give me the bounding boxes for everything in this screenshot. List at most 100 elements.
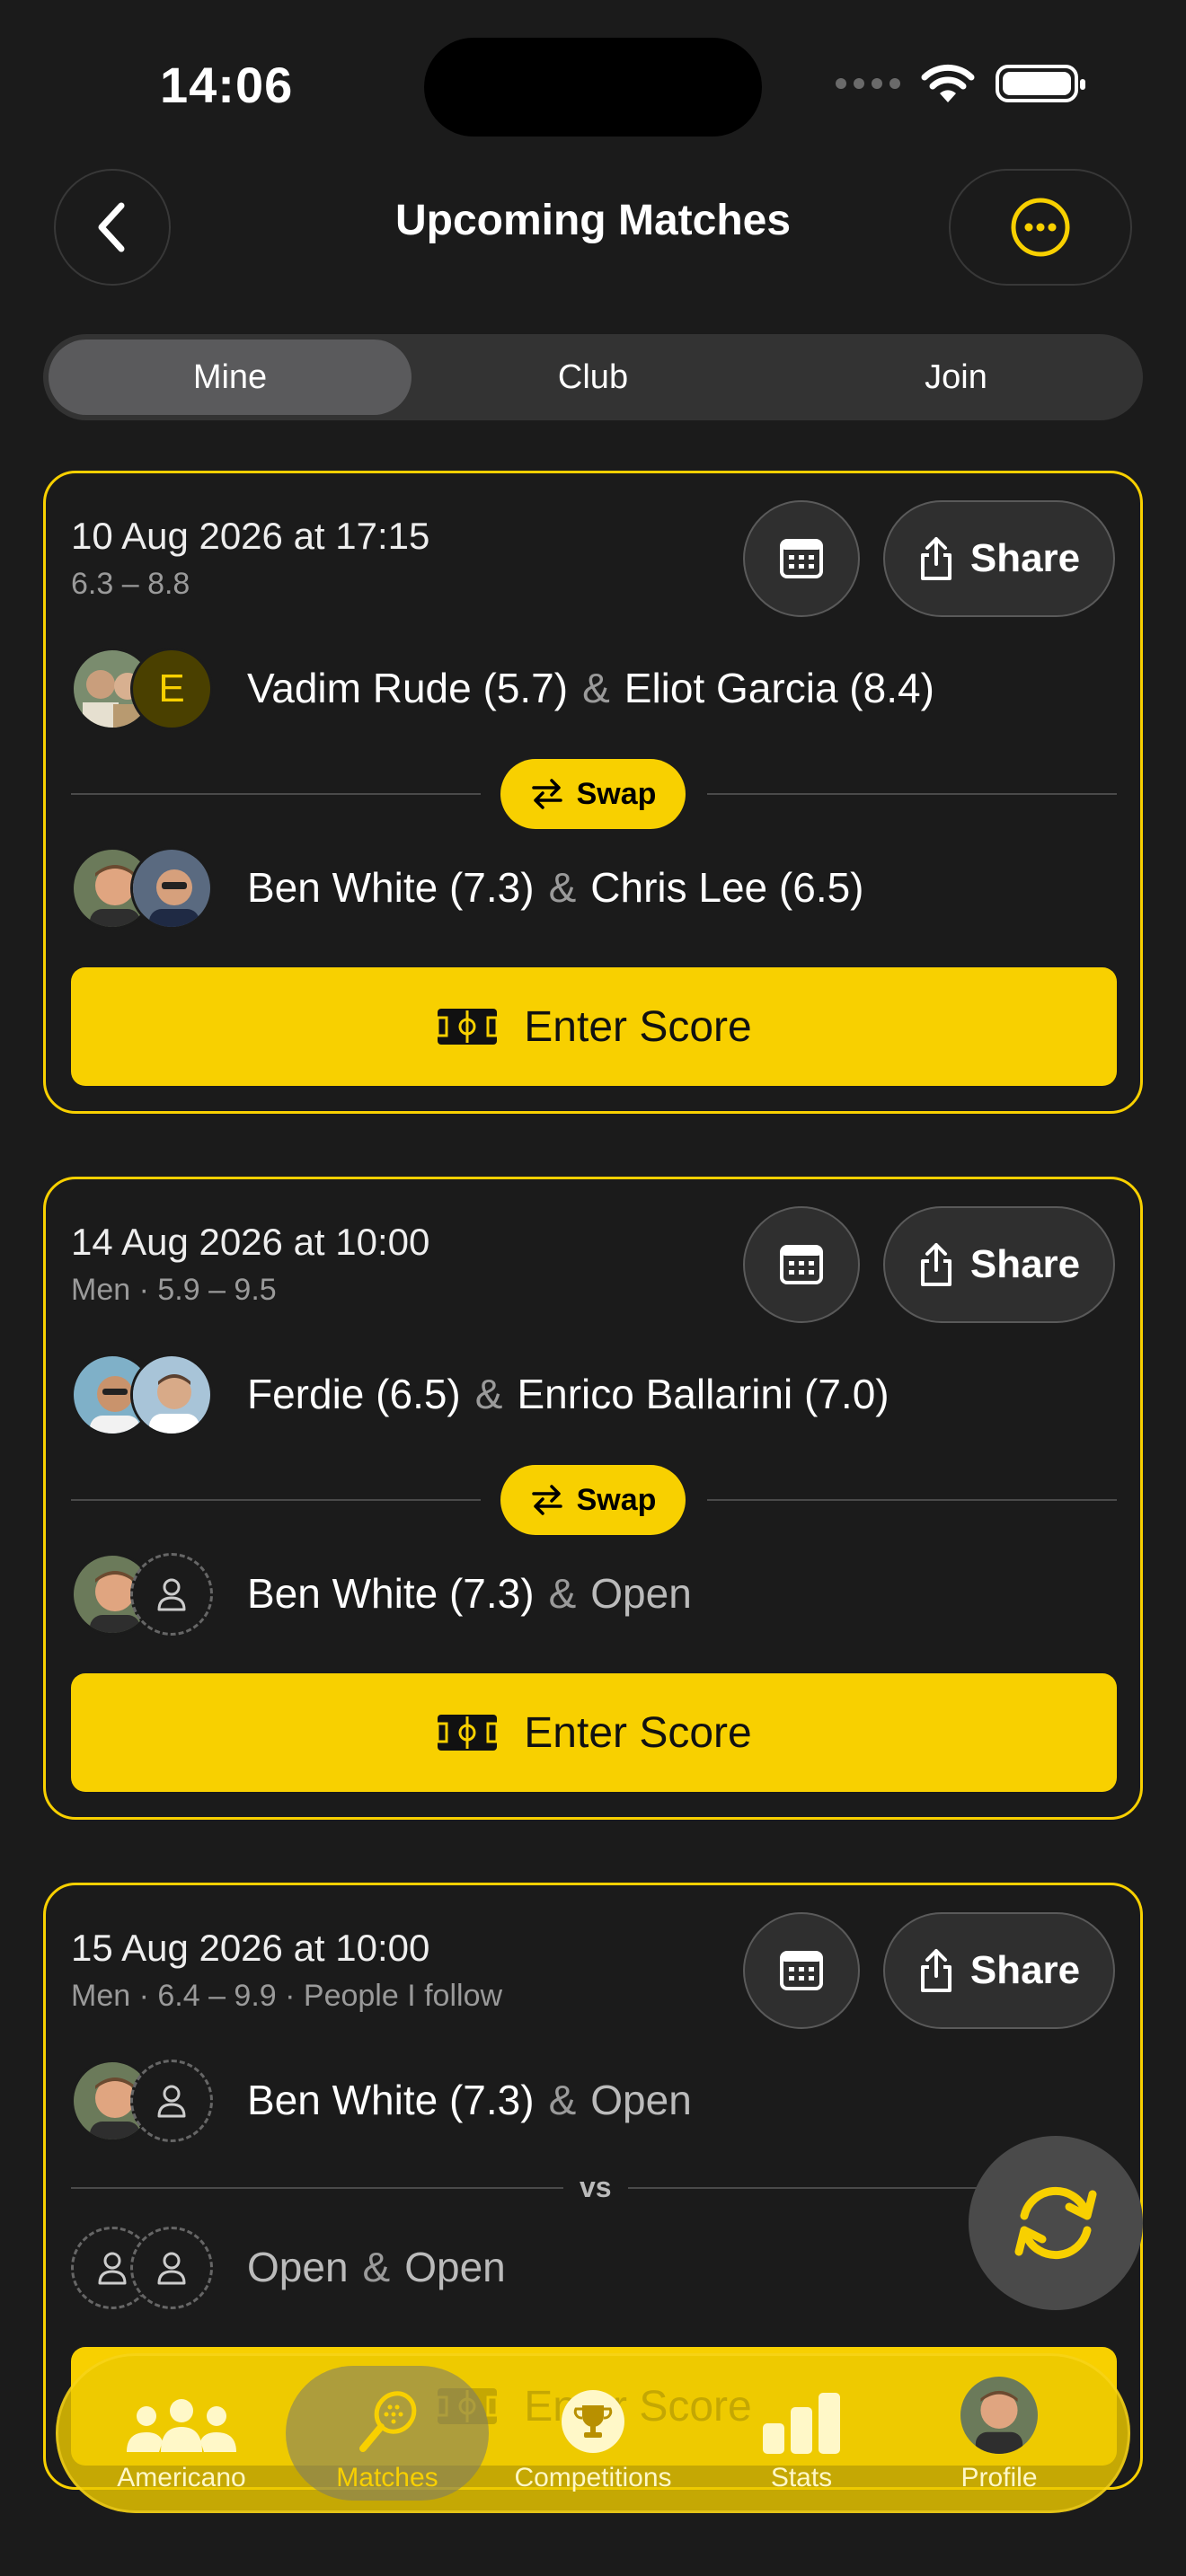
match-card[interactable]: 10 Aug 2026 at 17:15 6.3 – 8.8 Share E V… — [43, 471, 1143, 1114]
tab-matches[interactable]: Matches — [295, 2353, 480, 2513]
person-icon — [157, 2085, 186, 2118]
tab-stats[interactable]: Stats — [721, 2353, 882, 2513]
open-slot-label[interactable]: Open — [590, 2076, 692, 2124]
team-avatars: E — [71, 648, 224, 734]
player-name[interactable]: Ferdie (6.5) — [247, 1370, 461, 1418]
share-label: Share — [969, 536, 1081, 580]
swap-arrows-icon — [531, 779, 562, 809]
match-datetime: 10 Aug 2026 at 17:15 — [71, 515, 430, 557]
open-slot-label[interactable]: Open — [590, 1569, 692, 1618]
trophy-icon — [562, 2390, 624, 2453]
team-avatars — [71, 1553, 224, 1639]
team-avatars — [71, 2060, 224, 2146]
player-name[interactable]: Eliot Garcia (8.4) — [624, 664, 934, 712]
open-slot-avatar[interactable] — [130, 2060, 213, 2142]
share-icon — [920, 1243, 951, 1286]
ampersand: & — [548, 1570, 577, 1617]
match-card[interactable]: 14 Aug 2026 at 10:00 Men · 5.9 – 9.5 Sha… — [43, 1177, 1143, 1820]
match-datetime: 14 Aug 2026 at 10:00 — [71, 1221, 430, 1263]
team-line: Ben White (7.3) & Open — [247, 2076, 692, 2124]
team-avatars — [71, 847, 224, 933]
swap-button[interactable]: Swap — [500, 1465, 686, 1535]
segment-club[interactable]: Club — [412, 340, 774, 415]
enter-score-label: Enter Score — [524, 1002, 752, 1051]
open-slot-avatar[interactable] — [130, 1553, 213, 1636]
cellular-signal-icon — [836, 78, 900, 89]
player-name[interactable]: Ben White (7.3) — [247, 1569, 535, 1618]
player-name[interactable]: Vadim Rude (5.7) — [247, 664, 568, 712]
enter-score-button[interactable]: Enter Score — [71, 967, 1117, 1086]
ampersand: & — [474, 1371, 503, 1417]
enter-score-label: Enter Score — [524, 1708, 752, 1757]
share-label: Share — [969, 1242, 1081, 1286]
group-icon — [127, 2399, 236, 2452]
tab-americano[interactable]: Americano — [92, 2353, 271, 2513]
person-icon — [157, 2252, 186, 2285]
ampersand: & — [362, 2244, 391, 2290]
avatar — [130, 1354, 213, 1436]
share-icon — [920, 537, 951, 580]
vs-label: vs — [580, 2171, 612, 2203]
team-line: Open & Open — [247, 2243, 506, 2291]
person-icon — [157, 1578, 186, 1611]
player-name[interactable]: Enrico Ballarini (7.0) — [517, 1370, 889, 1418]
calendar-icon — [780, 1951, 823, 1990]
add-to-calendar-button[interactable] — [743, 1912, 860, 2029]
swap-button[interactable]: Swap — [500, 759, 686, 829]
match-datetime: 15 Aug 2026 at 10:00 — [71, 1927, 430, 1969]
tab-competitions[interactable]: Competitions — [494, 2353, 692, 2513]
swap-label: Swap — [576, 1482, 657, 1517]
add-to-calendar-button[interactable] — [743, 1206, 860, 1323]
battery-icon — [996, 65, 1085, 102]
divider — [707, 793, 1117, 795]
avatar — [130, 847, 213, 930]
divider — [71, 2187, 563, 2189]
divider — [707, 1499, 1117, 1501]
share-button[interactable]: Share — [883, 1206, 1115, 1323]
segment-join[interactable]: Join — [774, 340, 1137, 415]
ampersand: & — [548, 864, 577, 911]
open-slot-label[interactable]: Open — [404, 2243, 506, 2291]
avatar — [960, 2377, 1038, 2454]
tab-label: Matches — [336, 2463, 438, 2492]
team-line: Ferdie (6.5) & Enrico Ballarini (7.0) — [247, 1370, 890, 1418]
refresh-icon — [1014, 2186, 1097, 2260]
tab-label: Competitions — [514, 2463, 672, 2492]
wifi-icon — [921, 64, 975, 102]
avatar: E — [130, 648, 213, 730]
divider — [71, 793, 481, 795]
tab-label: Americano — [117, 2463, 246, 2492]
add-to-calendar-button[interactable] — [743, 500, 860, 617]
team-line: Vadim Rude (5.7) & Eliot Garcia (8.4) — [247, 664, 934, 712]
share-label: Share — [969, 1948, 1081, 1992]
match-subtitle: 6.3 – 8.8 — [71, 567, 190, 601]
racket-icon — [359, 2391, 417, 2452]
tab-profile[interactable]: Profile — [918, 2353, 1080, 2513]
calendar-icon — [780, 1245, 823, 1284]
segmented-control: Mine Club Join — [43, 334, 1143, 420]
player-name[interactable]: Chris Lee (6.5) — [590, 863, 863, 912]
segment-mine[interactable]: Mine — [49, 340, 412, 415]
share-button[interactable]: Share — [883, 1912, 1115, 2029]
court-icon — [436, 1009, 499, 1045]
refresh-button[interactable] — [969, 2136, 1143, 2310]
share-icon — [920, 1949, 951, 1992]
swap-label: Swap — [576, 776, 657, 811]
open-slot-avatar[interactable] — [130, 2227, 213, 2309]
share-button[interactable]: Share — [883, 500, 1115, 617]
open-slot-label[interactable]: Open — [247, 2243, 349, 2291]
enter-score-button[interactable]: Enter Score — [71, 1673, 1117, 1792]
calendar-icon — [780, 539, 823, 578]
match-subtitle: Men · 5.9 – 9.5 — [71, 1273, 277, 1307]
player-name[interactable]: Ben White (7.3) — [247, 863, 535, 912]
team-line: Ben White (7.3) & Open — [247, 1569, 692, 1618]
match-subtitle: Men · 6.4 – 9.9 · People I follow — [71, 1979, 503, 2013]
bar-chart-icon — [763, 2393, 840, 2454]
ampersand: & — [582, 665, 610, 711]
court-icon — [436, 1715, 499, 1751]
player-name[interactable]: Ben White (7.3) — [247, 2076, 535, 2124]
ellipsis-circle-icon — [1011, 198, 1070, 257]
more-button[interactable] — [949, 169, 1132, 286]
team-avatars — [71, 2227, 224, 2313]
status-icons — [836, 63, 1085, 104]
